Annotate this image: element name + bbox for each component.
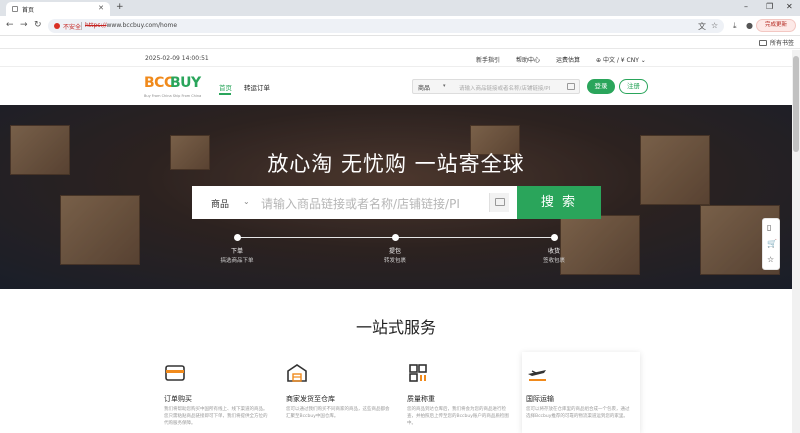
- search-button[interactable]: 搜 索: [517, 186, 601, 219]
- insecure-label[interactable]: 不安全: [63, 22, 81, 31]
- hero-banner: 放心淘 无忧购 一站寄全球 商品 ⌄ 请输入商品链接或者名称/店铺链接/PI 搜…: [0, 105, 792, 289]
- all-bookmarks-label: 所有书签: [769, 40, 794, 47]
- service-name: 质量称重: [407, 395, 435, 403]
- divider: [81, 22, 82, 30]
- chevron-down-icon: ⌄: [640, 57, 646, 64]
- profile-icon[interactable]: ●: [746, 21, 753, 30]
- step-dot: [551, 234, 558, 241]
- header-search-category[interactable]: 商品: [418, 83, 430, 92]
- step-dot: [234, 234, 241, 241]
- server-time: 2025-02-09 14:00:51: [145, 55, 209, 62]
- nav-active-indicator: [219, 93, 231, 95]
- bookmark-bar: 所有书签: [0, 36, 800, 49]
- reload-icon[interactable]: ↻: [34, 20, 42, 30]
- link-beginner-guide[interactable]: 新手指引: [476, 55, 500, 64]
- page-favicon-icon: [12, 6, 18, 12]
- header-search-input[interactable]: 请输入商品链接或者名称/店铺链接/PI: [459, 84, 550, 92]
- close-tab-icon[interactable]: ✕: [98, 4, 104, 12]
- plane-icon: [528, 370, 546, 381]
- step-subtitle: 转发包裹: [383, 258, 406, 264]
- bccbuy-logo[interactable]: BCC BUY Buy From China Ship From China: [144, 75, 201, 101]
- service-name: 国际运输: [526, 395, 554, 403]
- floating-toolbar: ▯ 🛒 ☆: [762, 218, 780, 270]
- service-name: 订单购买: [164, 395, 192, 403]
- address-toolbar: ← → ↻ 不安全 https://www.bccbuy.com/home 文 …: [0, 16, 800, 36]
- image-icon: [495, 198, 505, 206]
- hero-search-category[interactable]: 商品: [211, 197, 229, 210]
- translate-icon[interactable]: 文: [698, 21, 706, 32]
- site-header: BCC BUY Buy From China Ship From China 首…: [0, 67, 792, 105]
- logo-slogan: Buy From China Ship From China: [144, 94, 202, 98]
- image-search-button[interactable]: [489, 193, 509, 212]
- link-help-center[interactable]: 帮助中心: [516, 55, 540, 64]
- step-dot: [392, 234, 399, 241]
- url-scheme: https://: [85, 22, 107, 29]
- mobile-icon[interactable]: ▯: [767, 223, 771, 232]
- service-description: 您可以将存放在仓库里的商品组合成一个包裹，通过选择Bccbuy推荐的可靠的物流渠…: [526, 407, 630, 419]
- back-icon[interactable]: ←: [6, 20, 14, 30]
- register-button[interactable]: 注册: [619, 79, 648, 94]
- minimize-icon[interactable]: –: [744, 2, 748, 11]
- link-shipping-estimate[interactable]: 运费估算: [556, 55, 580, 64]
- service-card[interactable]: 订单购买 我们将帮助您购买中国所有线上、线下渠道的商品。您只需粘贴商品链接即可下…: [160, 352, 278, 433]
- header-search: 商品 ▾ 请输入商品链接或者名称/店铺链接/PI: [412, 79, 580, 94]
- chevron-down-icon[interactable]: ▾: [443, 83, 446, 89]
- service-description: 我们将帮助您购买中国所有线上、线下渠道的商品。您只需粘贴商品链接即可下单，我们将…: [164, 407, 268, 426]
- qrcode-icon: [409, 364, 427, 382]
- services-title: 一站式服务: [355, 318, 436, 337]
- bookmark-star-icon[interactable]: ☆: [711, 21, 718, 30]
- url-bar[interactable]: 不安全 https://www.bccbuy.com/home: [48, 19, 724, 33]
- step-title: 下单: [230, 248, 243, 255]
- warehouse-icon: [287, 364, 307, 382]
- service-card[interactable]: 国际运输 您可以将存放在仓库里的商品组合成一个包裹，通过选择Bccbuy推荐的可…: [522, 352, 640, 433]
- logo-buy: BUY: [170, 75, 201, 91]
- url-path: www.bccbuy.com/home: [106, 22, 178, 29]
- folder-icon: [758, 40, 767, 46]
- step-subtitle: 签收包裹: [542, 258, 565, 264]
- new-tab-icon[interactable]: +: [116, 2, 124, 12]
- tab-title: 首页: [22, 7, 35, 14]
- nav-home[interactable]: 首页: [219, 82, 232, 92]
- service-card[interactable]: 商家发货至仓库 您可以通过我们购买不同商家的商品，这些商品都会汇聚至Bccbuy…: [282, 352, 400, 433]
- step-title: 收货: [547, 248, 560, 255]
- hero-search-input[interactable]: 请输入商品链接或者名称/店铺链接/PI: [261, 195, 467, 212]
- globe-icon: ⊕: [596, 57, 602, 64]
- hero-title: 放心淘 无忧购 一站寄全球: [267, 152, 525, 176]
- cart-icon[interactable]: 🛒: [767, 239, 777, 248]
- maximize-icon[interactable]: ❐: [766, 2, 773, 11]
- step-subtitle: 搞选商品下单: [220, 258, 254, 264]
- service-description: 您可以通过我们购买不同商家的商品，这些商品都会汇聚至Bccbuy中国仓库。: [286, 407, 390, 419]
- browser-tab-strip: 首页 ✕ + – ❐ ✕: [0, 0, 800, 16]
- scrollbar-thumb[interactable]: [793, 56, 799, 152]
- all-bookmarks-button[interactable]: 所有书签: [758, 38, 794, 47]
- site-top-strip: 2025-02-09 14:00:51 新手指引 帮助中心 运费估算 ⊕ 中文 …: [0, 50, 792, 67]
- language-currency-selector[interactable]: ⊕ 中文 / ¥ CNY ⌄: [596, 55, 646, 64]
- download-icon[interactable]: ⤓: [733, 21, 737, 31]
- favorite-star-icon[interactable]: ☆: [767, 255, 774, 264]
- update-button[interactable]: 完成更新: [756, 19, 796, 32]
- browser-tab[interactable]: 首页 ✕: [6, 2, 110, 16]
- hero-search: 商品 ⌄ 请输入商品链接或者名称/店铺链接/PI 搜 索: [192, 186, 601, 219]
- url-text[interactable]: https://www.bccbuy.com/home: [85, 22, 177, 29]
- forward-icon[interactable]: →: [20, 20, 28, 30]
- nav-transfer-orders[interactable]: 转运订单: [244, 82, 270, 92]
- service-card[interactable]: 质量称重 您的商品到达仓库后，我们将会为您的商品进行检查，并拍照后上传至您的Bc…: [403, 352, 521, 433]
- card-icon: [165, 365, 185, 381]
- service-description: 您的商品到达仓库后，我们将会为您的商品进行检查，并拍照后上传至您的Bccbuy账…: [407, 407, 509, 426]
- language-currency-label: 中文 / ¥ CNY: [602, 57, 639, 64]
- warning-icon[interactable]: [54, 23, 60, 29]
- chevron-down-icon[interactable]: ⌄: [243, 197, 250, 206]
- image-search-icon[interactable]: [567, 83, 575, 90]
- login-button[interactable]: 登录: [587, 79, 615, 94]
- page-scrollbar[interactable]: [792, 50, 800, 433]
- step-title: 提包: [388, 248, 401, 255]
- close-window-icon[interactable]: ✕: [786, 2, 793, 11]
- service-name: 商家发货至仓库: [286, 395, 335, 403]
